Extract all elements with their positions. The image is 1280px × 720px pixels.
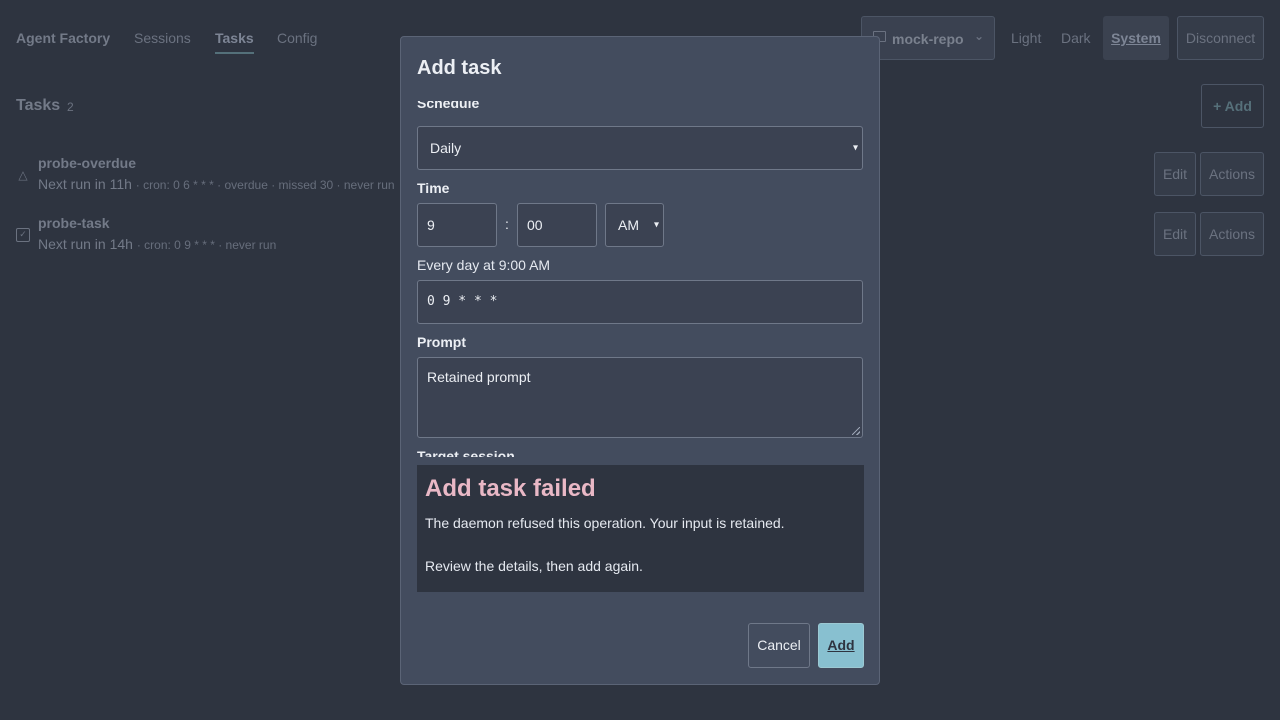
prompt-label: Prompt <box>417 334 466 350</box>
task-next-run: Next run in 14h <box>38 236 133 252</box>
task-meta: Next run in 14h · cron: 0 9 * * * · neve… <box>38 236 276 252</box>
error-title: Add task failed <box>425 475 596 502</box>
dialog-title: Add task <box>417 57 502 79</box>
hour-input[interactable]: 9 <box>417 203 497 247</box>
minute-input[interactable]: 00 <box>517 203 597 247</box>
time-separator: : <box>505 216 509 232</box>
actions-button[interactable]: Actions <box>1200 212 1264 256</box>
chevron-down-icon: ▾ <box>653 219 659 231</box>
task-meta: Next run in 11h · cron: 0 6 * * * · over… <box>38 176 395 192</box>
schedule-label: Schedule <box>417 101 480 111</box>
warning-icon: △ <box>18 168 28 182</box>
resize-handle-icon[interactable] <box>852 427 860 435</box>
actions-button[interactable]: Actions <box>1200 152 1264 196</box>
chevron-down-icon: ⌄ <box>974 29 985 43</box>
task-name[interactable]: probe-task <box>38 215 110 231</box>
task-details: · cron: 0 6 * * * · overdue · missed 30 … <box>135 178 395 192</box>
time-label: Time <box>417 180 450 196</box>
task-details: · cron: 0 9 * * * · never run <box>136 238 277 252</box>
add-task-dialog: Add task Schedule Daily ▾ Time 9 : 00 AM… <box>400 36 880 685</box>
disconnect-button[interactable]: Disconnect <box>1177 16 1264 60</box>
theme-system[interactable]: System <box>1103 16 1169 60</box>
chevron-down-icon: ▾ <box>852 142 858 154</box>
repo-name: mock-repo <box>892 31 964 47</box>
repo-selector[interactable]: mock-repo ⌄ <box>861 16 995 60</box>
nav-config[interactable]: Config <box>277 30 317 46</box>
dialog-scroll-area[interactable]: Schedule Daily ▾ Time 9 : 00 AM ▾ Every … <box>417 101 864 457</box>
nav-tasks[interactable]: Tasks <box>215 30 254 54</box>
error-hint: Review the details, then add again. <box>425 558 643 574</box>
target-session-label: Target session <box>417 448 515 457</box>
minute-value: 00 <box>527 217 543 233</box>
task-count-badge: 2 <box>67 100 74 114</box>
hour-value: 9 <box>427 217 435 233</box>
prompt-value: Retained prompt <box>427 369 531 385</box>
page-title: Tasks <box>16 97 61 114</box>
prompt-textarea[interactable]: Retained prompt <box>417 357 863 438</box>
schedule-value: Daily <box>430 140 462 156</box>
cron-input[interactable]: 0 9 * * * <box>417 280 863 324</box>
ampm-value: AM <box>618 217 639 233</box>
edit-button[interactable]: Edit <box>1154 152 1196 196</box>
theme-light[interactable]: Light <box>1011 30 1041 46</box>
checkbox-icon: ✓ <box>16 228 30 242</box>
add-task-button[interactable]: + Add <box>1201 84 1264 128</box>
submit-add-button[interactable]: Add <box>818 623 864 668</box>
brand-title: Agent Factory <box>16 30 111 46</box>
ampm-select[interactable]: AM ▾ <box>605 203 664 247</box>
nav-sessions[interactable]: Sessions <box>134 30 191 46</box>
task-next-run: Next run in 11h <box>38 176 132 192</box>
error-alert: Add task failed The daemon refused this … <box>417 465 864 592</box>
cancel-button[interactable]: Cancel <box>748 623 810 668</box>
schedule-select[interactable]: Daily ▾ <box>417 126 863 170</box>
error-message: The daemon refused this operation. Your … <box>425 515 785 531</box>
cron-value: 0 9 * * * <box>427 294 498 309</box>
task-name[interactable]: probe-overdue <box>38 155 136 171</box>
theme-dark[interactable]: Dark <box>1061 30 1091 46</box>
edit-button[interactable]: Edit <box>1154 212 1196 256</box>
schedule-summary: Every day at 9:00 AM <box>417 257 551 273</box>
